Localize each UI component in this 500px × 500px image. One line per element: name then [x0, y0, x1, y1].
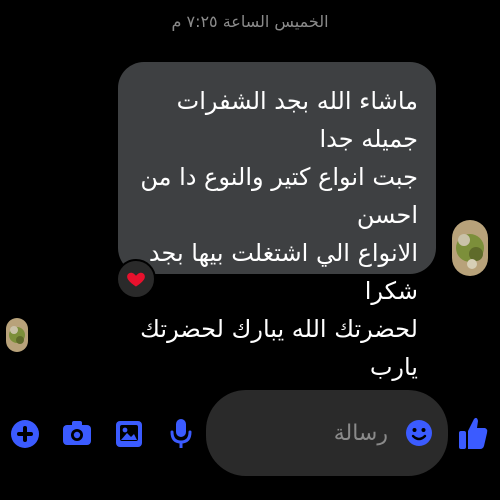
message-text: ماشاء الله بجد الشفرات جميله جدا جبت انو… [140, 87, 418, 381]
heart-icon [127, 272, 145, 287]
microphone-icon [170, 419, 192, 448]
sender-avatar[interactable] [452, 220, 488, 276]
timestamp: الخميس الساعة ٧:٢٥ م [171, 12, 329, 31]
message-input[interactable] [226, 416, 390, 450]
plus-icon [11, 420, 39, 448]
emoji-button[interactable] [404, 416, 434, 450]
gallery-button[interactable] [112, 414, 146, 454]
camera-button[interactable] [60, 414, 94, 454]
gallery-icon [116, 421, 142, 447]
seen-avatar [6, 318, 28, 352]
like-button[interactable] [456, 410, 490, 456]
heart-reaction[interactable] [116, 259, 156, 299]
microphone-button[interactable] [164, 414, 198, 454]
camera-icon [63, 421, 91, 445]
like-icon [459, 417, 488, 449]
add-button[interactable] [8, 414, 42, 454]
message-composer[interactable] [206, 390, 448, 476]
message-bubble[interactable]: ماشاء الله بجد الشفرات جميله جدا جبت انو… [118, 62, 436, 381]
emoji-icon [406, 420, 432, 446]
